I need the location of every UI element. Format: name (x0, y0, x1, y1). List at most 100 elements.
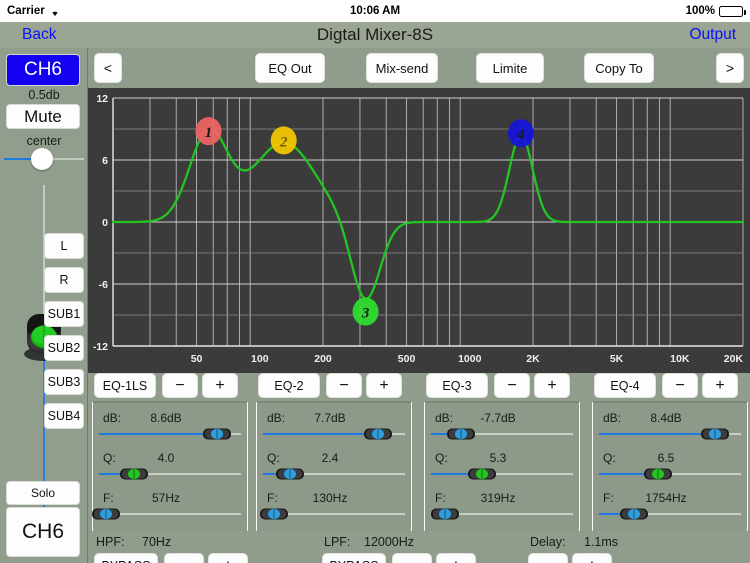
eq-band-3-q-value: 5.3 (489, 451, 507, 465)
svg-text:20K: 20K (724, 353, 744, 365)
eq-band-3-gain-value: -7.7dB (480, 411, 516, 425)
eq-band-4-panel: dB: 8.4dB Q: 6.5 F: 1754Hz (592, 401, 748, 531)
svg-text:-12: -12 (93, 341, 108, 353)
battery-percent-label: 100% (685, 5, 715, 17)
delay-increment-button[interactable]: + (572, 553, 612, 563)
navigation-bar: Back Digtal Mixer-8S Output (0, 22, 750, 48)
eq-band-2-freq-value: 130Hz (312, 491, 348, 505)
battery-icon (719, 5, 746, 17)
hpf-increment-button[interactable]: + (208, 553, 248, 563)
eq-marker-2[interactable]: 2 (270, 126, 297, 155)
eq-band-4-freq-slider-knob[interactable] (619, 507, 649, 520)
svg-text:5K: 5K (610, 353, 624, 365)
hpf-label: HPF: (96, 535, 125, 549)
pan-slider-knob[interactable] (31, 148, 53, 170)
svg-text:10K: 10K (670, 353, 690, 365)
eq-band-2-decrement[interactable]: − (326, 373, 362, 398)
sidebar-route-sub2[interactable]: SUB2 (44, 335, 84, 361)
svg-text:6: 6 (102, 155, 108, 167)
eq-band-3-increment[interactable]: + (534, 373, 570, 398)
svg-text:-6: -6 (99, 279, 108, 291)
eq-band-1-increment[interactable]: + (202, 373, 238, 398)
eq-band-3-decrement[interactable]: − (494, 373, 530, 398)
eq-band-1-freq-slider-knob[interactable] (91, 507, 120, 520)
eq-band-1-gain-slider-knob[interactable] (202, 427, 231, 440)
hpf-bypass-button[interactable]: BYPASS (94, 553, 158, 563)
eq-band-4-gain-slider-fill (599, 433, 712, 435)
eq-band-4-button[interactable]: EQ-4 (594, 373, 656, 398)
svg-text:12: 12 (96, 93, 108, 105)
output-button[interactable]: Output (689, 26, 736, 44)
eq-band-3-button[interactable]: EQ-3 (426, 373, 488, 398)
eq-band-2-freq-slider-knob[interactable] (259, 507, 289, 520)
lpf-bypass-button[interactable]: BYPASS (322, 553, 386, 563)
eq-band-4-q-slider-knob[interactable] (643, 467, 673, 480)
svg-text:50: 50 (191, 353, 203, 365)
sidebar-route-r[interactable]: R (44, 267, 84, 293)
next-channel-button[interactable]: > (716, 53, 744, 83)
delay-value: 1.1ms (584, 535, 619, 549)
solo-button[interactable]: Solo (6, 481, 80, 505)
lpf-value: 12000Hz (364, 535, 415, 549)
hpf-value: 70Hz (142, 535, 172, 549)
eq-marker-1[interactable]: 1 (195, 117, 222, 146)
eq-band-4-freq-value: 1754Hz (645, 491, 687, 505)
clock-label: 10:06 AM (349, 5, 401, 17)
svg-text:1000: 1000 (458, 353, 482, 365)
eq-band-4-increment[interactable]: + (702, 373, 738, 398)
mute-button[interactable]: Mute (6, 104, 80, 129)
status-right: 100% (685, 5, 746, 17)
eq-band-1-q-value: 4.0 (157, 451, 175, 465)
eq-band-2-q-value: 2.4 (321, 451, 339, 465)
svg-text:100: 100 (251, 353, 269, 365)
eq-marker-3[interactable]: 3 (352, 297, 379, 326)
svg-text:3: 3 (361, 306, 370, 322)
hpf-decrement-button[interactable]: − (164, 553, 204, 563)
svg-text:1: 1 (205, 125, 213, 141)
sidebar-route-l[interactable]: L (44, 233, 84, 259)
eq-curve-svg: 1260-6-1250 100 200 500 1000 2K 5K 10K 20K1234 (88, 88, 750, 373)
eq-band-1-decrement[interactable]: − (162, 373, 198, 398)
lpf-increment-button[interactable]: + (436, 553, 476, 563)
eq-band-3-freq-slider-knob[interactable] (430, 507, 459, 520)
svg-text:500: 500 (398, 353, 416, 365)
sidebar-route-sub1[interactable]: SUB1 (44, 301, 84, 327)
prev-channel-button[interactable]: < (94, 53, 122, 83)
copy-to-button[interactable]: Copy To (584, 53, 654, 83)
eq-band-2-gain-slider-knob[interactable] (363, 427, 392, 440)
eq-band-3-gain-slider-knob[interactable] (446, 427, 475, 440)
svg-text:200: 200 (314, 353, 332, 365)
eq-band-2-q-slider-knob[interactable] (275, 467, 304, 480)
eq-band-selector-row: EQ-1LS − + EQ-2 − + EQ-3 − + EQ-4 − + (88, 373, 750, 401)
channel-name-button[interactable]: CH6 (6, 507, 80, 557)
eq-band-2-button[interactable]: EQ-2 (258, 373, 320, 398)
eq-band-1-button[interactable]: EQ-1LS (94, 373, 156, 398)
eq-band-4-q-value: 6.5 (657, 451, 675, 465)
lpf-label: LPF: (324, 535, 351, 549)
eq-band-4-gain-value: 8.4dB (650, 411, 682, 425)
eq-band-1-q-slider-knob[interactable] (119, 467, 149, 480)
sidebar-route-sub4[interactable]: SUB4 (44, 403, 84, 429)
eq-marker-4[interactable]: 4 (508, 119, 535, 148)
channel-sidebar: CH6 0.5db Mute center L R SUB1 SUB2 SUB3… (0, 48, 88, 563)
lpf-decrement-button[interactable]: − (392, 553, 432, 563)
eq-band-1-gain-value: 8.6dB (150, 411, 182, 425)
eq-band-3-q-slider-knob[interactable] (467, 467, 496, 480)
channel-gain-label: 0.5db (28, 88, 60, 102)
delay-decrement-button[interactable]: − (528, 553, 568, 563)
filter-controls: HPF: 70Hz BYPASS − + LPF: 12000Hz BYPASS… (88, 533, 750, 563)
eq-band-4-decrement[interactable]: − (662, 373, 698, 398)
eq-band-2-gain-value: 7.7dB (314, 411, 346, 425)
eq-band-1-freq-value: 57Hz (151, 491, 180, 505)
sidebar-route-sub3[interactable]: SUB3 (44, 369, 84, 395)
delay-label: Delay: (530, 535, 566, 549)
svg-text:2K: 2K (526, 353, 540, 365)
eq-out-button[interactable]: EQ Out (255, 53, 325, 83)
mix-send-button[interactable]: Mix-send (366, 53, 438, 83)
limiter-button[interactable]: Limite (476, 53, 544, 83)
eq-band-4-gain-slider-knob[interactable] (700, 427, 730, 440)
eq-band-2-increment[interactable]: + (366, 373, 402, 398)
channel-selected-button[interactable]: CH6 (6, 54, 80, 86)
eq-response-graph[interactable]: 12 6 0 -6 -12 50 100 200 500 1000 2K 5K 10K 20K 1 2 3 4 (88, 88, 750, 373)
mixer-app: Carrier 10:06 AM 100% Back Digtal Mixer-… (0, 0, 750, 563)
